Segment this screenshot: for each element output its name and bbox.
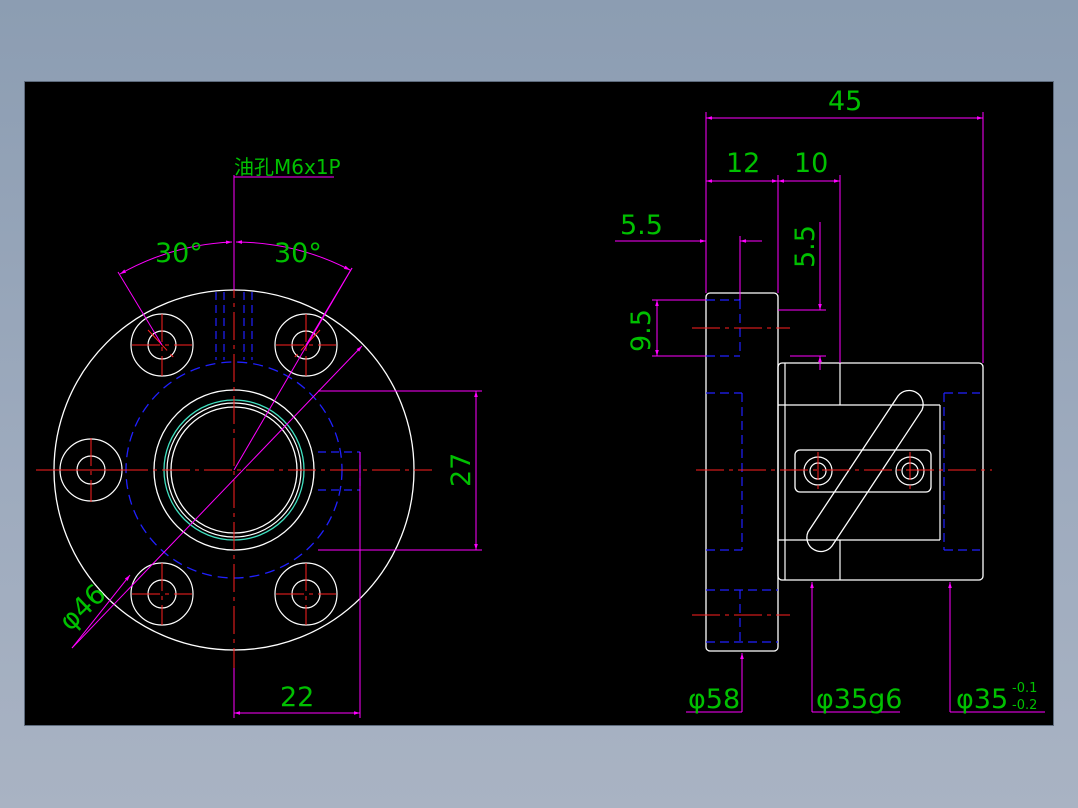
side-view <box>615 112 1045 713</box>
front-view <box>36 175 482 718</box>
dim-diameter-label: φ46 <box>53 578 112 637</box>
dim-oil-v-label: 5.5 <box>790 225 821 268</box>
side-port-hidden <box>318 451 361 491</box>
tol-upper-label: -0.1 <box>1012 681 1037 696</box>
tol-lower-label: -0.2 <box>1012 698 1037 713</box>
oil-hole-label: 油孔M6x1P <box>234 155 341 179</box>
dim-oil-h-label: 5.5 <box>620 210 663 241</box>
dim-width-label: 22 <box>280 682 314 713</box>
clamp-plate <box>794 449 932 493</box>
dim-height-label: 27 <box>446 453 477 487</box>
dimension-labels: 油孔M6x1P 30° 30° 27 22 φ46 45 12 10 5.5 5… <box>53 86 1037 715</box>
drawing-canvas[interactable]: 油孔M6x1P 30° 30° 27 22 φ46 45 12 10 5.5 5… <box>25 82 1053 725</box>
angle-left-label: 30° <box>155 238 203 269</box>
side-dimensions <box>615 112 1045 713</box>
side-center-lines <box>692 327 992 616</box>
side-hidden-lines <box>706 299 980 643</box>
body-section <box>777 362 984 581</box>
cad-drawing: 油孔M6x1P 30° 30° 27 22 φ46 45 12 10 5.5 5… <box>36 86 1045 718</box>
dim-step-label: 10 <box>794 148 828 179</box>
angle-right-label: 30° <box>274 238 322 269</box>
dim-oil-height-label: 9.5 <box>626 309 657 352</box>
dim-body-dia-label: φ35g6 <box>816 684 902 715</box>
dim-overall-label: 45 <box>828 86 862 117</box>
dim-tol-dia-label: φ35 <box>956 684 1008 715</box>
dim-flange-dia-label: φ58 <box>688 684 740 715</box>
dim-flange-label: 12 <box>726 148 760 179</box>
return-tube <box>806 389 924 553</box>
